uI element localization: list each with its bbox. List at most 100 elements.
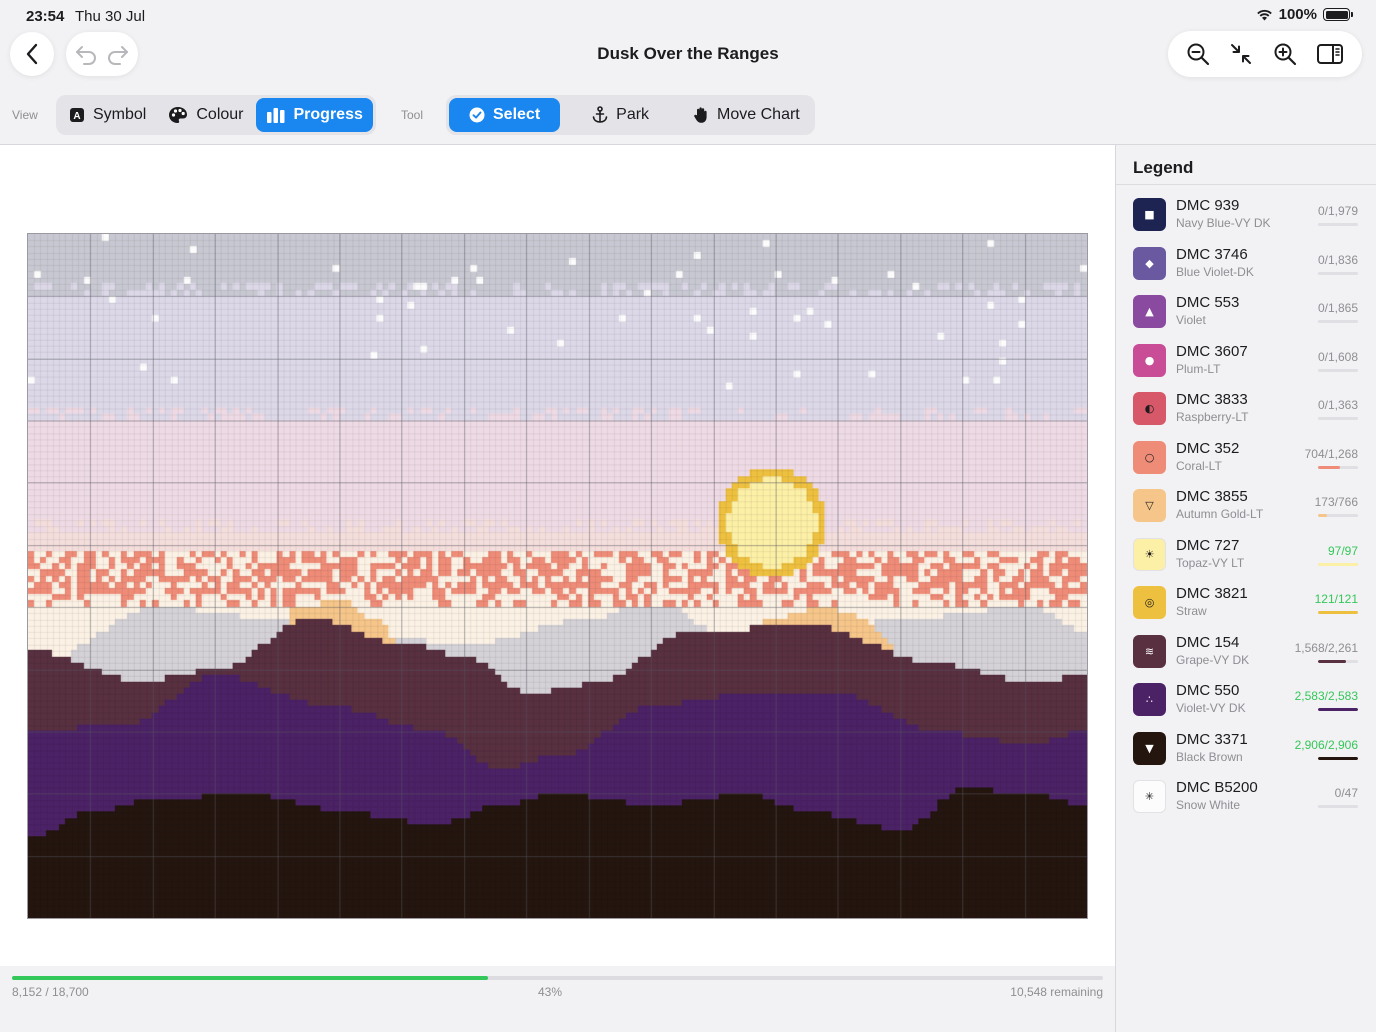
thread-progress-bar [1318, 368, 1358, 372]
thread-count: 121/121 [1314, 592, 1358, 606]
legend-item[interactable]: ◎ DMC 3821 Straw 121/121 [1116, 581, 1376, 630]
pattern-canvas-area[interactable] [0, 144, 1115, 966]
thread-count: 2,906/2,906 [1294, 737, 1358, 752]
thread-swatch: ≋ [1133, 634, 1166, 668]
sidebar-toggle-icon[interactable] [1316, 43, 1344, 65]
legend-item[interactable]: ◆ DMC 3746 Blue Violet-DK 0/1,836 [1116, 242, 1376, 291]
thread-progress-bar [1318, 708, 1358, 711]
thread-progress-bar [1318, 417, 1358, 420]
tool-segmented-control: Select Park Move Chart [446, 95, 815, 135]
wifi-icon [1256, 9, 1272, 21]
view-symbol-button[interactable]: A Symbol [59, 98, 156, 132]
thread-progress-fill [1318, 611, 1358, 614]
legend-item[interactable]: ✳ DMC B5200 Snow White 0/47 [1116, 775, 1376, 824]
thread-description: Navy Blue-VY DK [1176, 216, 1271, 230]
thread-symbol: ■ [1144, 208, 1155, 221]
fit-to-screen-icon[interactable] [1229, 42, 1253, 66]
checkmark-circle-icon [469, 107, 485, 123]
progress-percent: 43% [537, 985, 563, 999]
view-symbol-label: Symbol [93, 106, 147, 123]
thread-description: Coral-LT [1176, 458, 1222, 473]
thread-count: 1,568/2,261 [1294, 640, 1358, 655]
tool-park-label: Park [616, 106, 650, 123]
thread-swatch: ▼ [1133, 731, 1166, 765]
thread-description: Straw [1176, 604, 1207, 618]
thread-description: Plum-LT [1176, 361, 1221, 376]
thread-symbol: ✳ [1144, 790, 1155, 803]
tool-label: Tool [401, 108, 424, 122]
legend-item[interactable]: ▼ DMC 3371 Black Brown 2,906/2,906 [1116, 727, 1376, 776]
thread-progress-fill [1318, 562, 1358, 566]
thread-name: DMC 727 [1176, 536, 1240, 554]
status-time: 23:54 [26, 8, 65, 25]
zoom-controls [1168, 31, 1362, 77]
thread-name: DMC 3855 [1176, 488, 1248, 505]
progress-track [12, 976, 1103, 980]
thread-count: 173/766 [1314, 495, 1358, 509]
tool-move-chart-label: Move Chart [717, 106, 800, 123]
thread-description: Blue Violet-DK [1176, 264, 1254, 279]
thread-name: DMC 550 [1176, 682, 1240, 699]
hand-icon [694, 107, 707, 123]
thread-count: 704/1,268 [1304, 446, 1358, 461]
thread-description: Violet-VY DK [1176, 701, 1246, 715]
thread-description: Violet [1176, 313, 1206, 327]
thread-progress-bar [1318, 659, 1358, 663]
thread-swatch: ○ [1133, 440, 1166, 474]
legend-item[interactable]: ▽ DMC 3855 Autumn Gold-LT 173/766 [1116, 484, 1376, 533]
svg-text:A: A [73, 111, 80, 122]
thread-progress-bar [1318, 805, 1358, 808]
thread-symbol: ● [1144, 353, 1155, 367]
thread-name: DMC B5200 [1176, 779, 1258, 796]
cross-stitch-chart[interactable] [27, 233, 1088, 919]
thread-name: DMC 3371 [1176, 730, 1248, 748]
thread-count: 2,583/2,583 [1294, 689, 1358, 703]
view-progress-button[interactable]: Progress [255, 98, 373, 132]
thread-count: 97/97 [1327, 543, 1358, 558]
thread-swatch: ▲ [1133, 295, 1166, 328]
thread-swatch: ☀ [1133, 537, 1166, 571]
thread-progress-bar [1318, 756, 1358, 760]
thread-description: Black Brown [1176, 749, 1243, 764]
view-colour-label: Colour [196, 106, 244, 123]
thread-symbol: ○ [1144, 450, 1155, 464]
view-segmented-control: A Symbol Colour Progress [56, 95, 376, 135]
thread-count: 0/1,608 [1317, 349, 1358, 364]
thread-name: DMC 3833 [1176, 391, 1248, 408]
thread-symbol: ◆ [1145, 256, 1154, 270]
thread-name: DMC 154 [1176, 633, 1240, 651]
legend-item[interactable]: ○ DMC 352 Coral-LT 704/1,268 [1116, 436, 1376, 485]
thread-progress-bar [1318, 514, 1358, 517]
tool-move-chart-button[interactable]: Move Chart [681, 98, 812, 132]
thread-swatch: ◐ [1133, 392, 1166, 425]
thread-progress-fill [1318, 756, 1358, 760]
legend-item[interactable]: ≋ DMC 154 Grape-VY DK 1,568/2,261 [1116, 630, 1376, 679]
zoom-in-icon[interactable] [1273, 42, 1297, 66]
thread-name: DMC 352 [1176, 439, 1240, 457]
view-colour-button[interactable]: Colour [158, 98, 253, 132]
thread-symbol: ∴ [1146, 693, 1153, 706]
thread-swatch: ▽ [1133, 489, 1166, 522]
status-date: Thu 30 Jul [75, 8, 146, 25]
thread-count: 0/1,865 [1317, 301, 1358, 315]
legend-item[interactable]: ▲ DMC 553 Violet 0/1,865 [1116, 290, 1376, 339]
thread-count: 0/1,836 [1317, 252, 1358, 267]
thread-progress-fill [1318, 708, 1358, 711]
legend-title: Legend [1116, 145, 1376, 185]
legend-item[interactable]: ☀ DMC 727 Topaz-VY LT 97/97 [1116, 533, 1376, 582]
anchor-icon [592, 106, 608, 123]
overall-progress: 8,152 / 18,700 43% 10,548 remaining [0, 966, 1115, 1032]
tool-select-button[interactable]: Select [449, 98, 561, 132]
thread-count: 0/1,363 [1317, 398, 1358, 412]
legend-item[interactable]: ◐ DMC 3833 Raspberry-LT 0/1,363 [1116, 387, 1376, 436]
thread-symbol: ▽ [1145, 499, 1154, 512]
legend-panel: Legend ■ DMC 939 Navy Blue-VY DK 0/1,979 ◆ DM… [1115, 144, 1376, 1032]
legend-item[interactable]: ■ DMC 939 Navy Blue-VY DK 0/1,979 [1116, 193, 1376, 242]
thread-progress-fill [1318, 659, 1346, 663]
tool-park-button[interactable]: Park [562, 98, 679, 132]
legend-item[interactable]: ∴ DMC 550 Violet-VY DK 2,583/2,583 [1116, 678, 1376, 727]
legend-item[interactable]: ● DMC 3607 Plum-LT 0/1,608 [1116, 339, 1376, 388]
zoom-out-icon[interactable] [1186, 42, 1210, 66]
thread-progress-bar [1318, 465, 1358, 469]
thread-progress-bar [1318, 223, 1358, 226]
